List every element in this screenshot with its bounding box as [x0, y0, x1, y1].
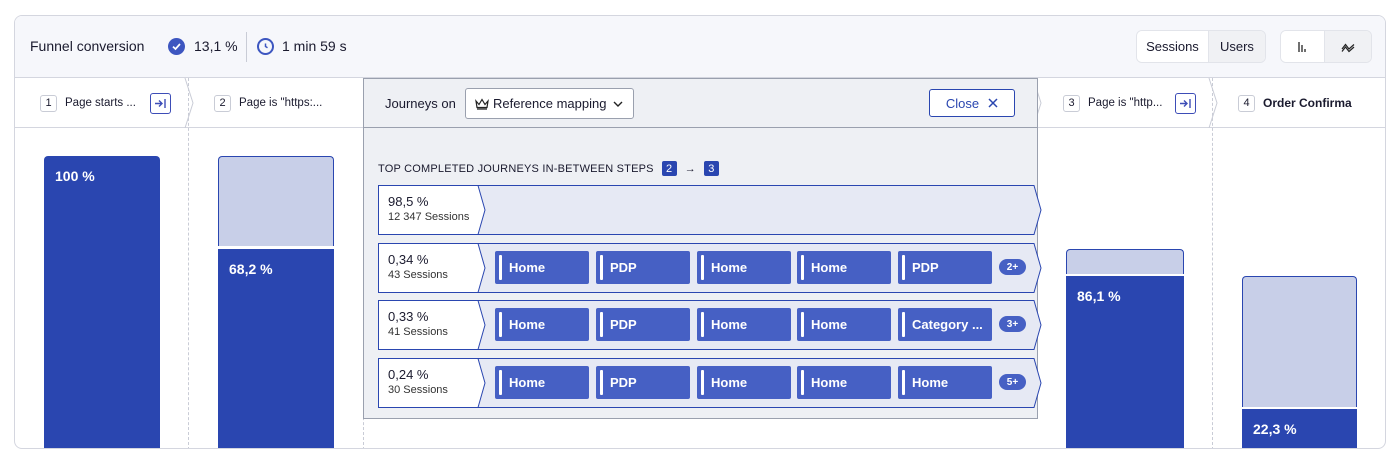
funnel-bar-step-4[interactable]: 22,3 %	[1242, 409, 1357, 448]
page-chip[interactable]: Home	[495, 308, 589, 341]
funnel-bar-step-3[interactable]: 86,1 %	[1066, 276, 1184, 448]
step-label: Page starts ...	[65, 97, 136, 109]
mapping-select-value: Reference mapping	[493, 96, 607, 111]
column-divider	[188, 78, 189, 448]
top-journeys-heading: TOP COMPLETED JOURNEYS IN-BETWEEN STEPS …	[378, 161, 724, 176]
page-chip[interactable]: PDP	[596, 308, 690, 341]
jump-to-icon[interactable]	[150, 92, 171, 114]
funnel-bar-dropoff-step-4[interactable]	[1242, 276, 1357, 407]
journey-percent: 0,34 %	[388, 252, 429, 267]
more-pages-badge[interactable]: 2+	[999, 259, 1026, 275]
sessions-toggle[interactable]: Sessions	[1137, 31, 1209, 62]
journey-percent: 98,5 %	[388, 194, 429, 209]
trend-chart-icon	[1341, 43, 1355, 52]
funnel-bar-step-1[interactable]: 100 %	[44, 156, 160, 448]
journey-percent: 0,24 %	[388, 367, 429, 382]
page-chip[interactable]: Category ...	[898, 308, 992, 341]
journey-row[interactable]: 0,24 % 30 Sessions Home PDP Home Home Ho…	[378, 358, 1042, 408]
funnel-header: Funnel conversion 13,1 % 1 min 59 s Sess…	[15, 16, 1385, 78]
page-chip[interactable]: PDP	[596, 251, 690, 284]
page-chip[interactable]: Home	[697, 308, 791, 341]
journeys-panel: Journeys on Reference mapping Close TOP …	[363, 78, 1042, 419]
page-chip[interactable]: Home	[495, 366, 589, 399]
chevron-down-icon	[613, 101, 623, 107]
journey-row[interactable]: 0,33 % 41 Sessions Home PDP Home Home Ca…	[378, 300, 1042, 350]
arrow-right-icon: →	[684, 162, 696, 175]
step-label: Page is "https:...	[239, 97, 323, 109]
more-pages-badge[interactable]: 3+	[999, 316, 1026, 332]
step-3[interactable]: 3 Page is "http...	[1063, 78, 1196, 128]
users-toggle[interactable]: Users	[1208, 31, 1265, 62]
funnel-bar-step-2[interactable]: 68,2 %	[218, 249, 334, 448]
trend-chart-button[interactable]	[1325, 31, 1371, 62]
page-chip[interactable]: Home	[797, 251, 891, 284]
step-1[interactable]: 1 Page starts ...	[40, 78, 171, 128]
journey-row-shape	[378, 185, 1042, 235]
step-4[interactable]: 4 Order Confirma	[1238, 78, 1356, 128]
bar-chart-button[interactable]	[1281, 31, 1326, 62]
step-label: Order Confirma	[1263, 96, 1352, 110]
journeys-label: Journeys on	[385, 96, 456, 111]
step-label: Page is "http...	[1088, 97, 1163, 109]
page-chip[interactable]: Home	[797, 308, 891, 341]
sessions-users-toggle: Sessions Users	[1136, 30, 1266, 63]
page-chip[interactable]: Home	[495, 251, 589, 284]
page-chip[interactable]: Home	[697, 251, 791, 284]
page-chip[interactable]: PDP	[898, 251, 992, 284]
step-2[interactable]: 2 Page is "https:...	[214, 78, 327, 128]
step-number: 1	[40, 94, 57, 112]
top-journeys-title: TOP COMPLETED JOURNEYS IN-BETWEEN STEPS	[378, 162, 654, 175]
mapping-select[interactable]: Reference mapping	[465, 88, 634, 119]
chart-mode-toggle	[1280, 30, 1372, 63]
funnel-bar-dropoff-step-3[interactable]	[1066, 249, 1184, 274]
check-circle-icon	[168, 38, 185, 55]
clock-icon	[257, 38, 274, 55]
bar-chart-icon	[1297, 41, 1306, 52]
more-pages-badge[interactable]: 5+	[999, 374, 1026, 390]
page-chip[interactable]: Home	[797, 366, 891, 399]
page-chip[interactable]: Home	[898, 366, 992, 399]
header-divider	[246, 32, 247, 62]
journey-sessions: 30 Sessions	[388, 384, 448, 396]
page-chip[interactable]: Home	[697, 366, 791, 399]
average-time: 1 min 59 s	[282, 38, 347, 54]
from-step-badge: 2	[661, 161, 677, 176]
close-icon	[988, 98, 998, 108]
journey-percent: 0,33 %	[388, 309, 429, 324]
crown-icon	[475, 97, 489, 110]
step-number: 3	[1063, 94, 1080, 112]
close-button-label: Close	[945, 95, 980, 111]
journey-row[interactable]: 0,34 % 43 Sessions Home PDP Home Home PD…	[378, 243, 1042, 293]
journey-sessions: 12 347 Sessions	[388, 211, 470, 223]
step-number: 4	[1238, 94, 1255, 112]
conversion-rate: 13,1 %	[194, 38, 238, 54]
column-divider	[1212, 78, 1213, 448]
jump-to-icon[interactable]	[1175, 92, 1196, 114]
funnel-card: Funnel conversion 13,1 % 1 min 59 s Sess…	[14, 15, 1386, 449]
journey-row[interactable]: 98,5 % 12 347 Sessions	[378, 185, 1042, 235]
close-button[interactable]: Close	[929, 89, 1015, 117]
journey-sessions: 43 Sessions	[388, 269, 448, 281]
funnel-bar-dropoff-step-2[interactable]	[218, 156, 334, 246]
step-number: 2	[214, 94, 231, 112]
to-step-badge: 3	[703, 161, 719, 176]
funnel-title: Funnel conversion	[30, 38, 145, 54]
journey-sessions: 41 Sessions	[388, 326, 448, 338]
page-chip[interactable]: PDP	[596, 366, 690, 399]
